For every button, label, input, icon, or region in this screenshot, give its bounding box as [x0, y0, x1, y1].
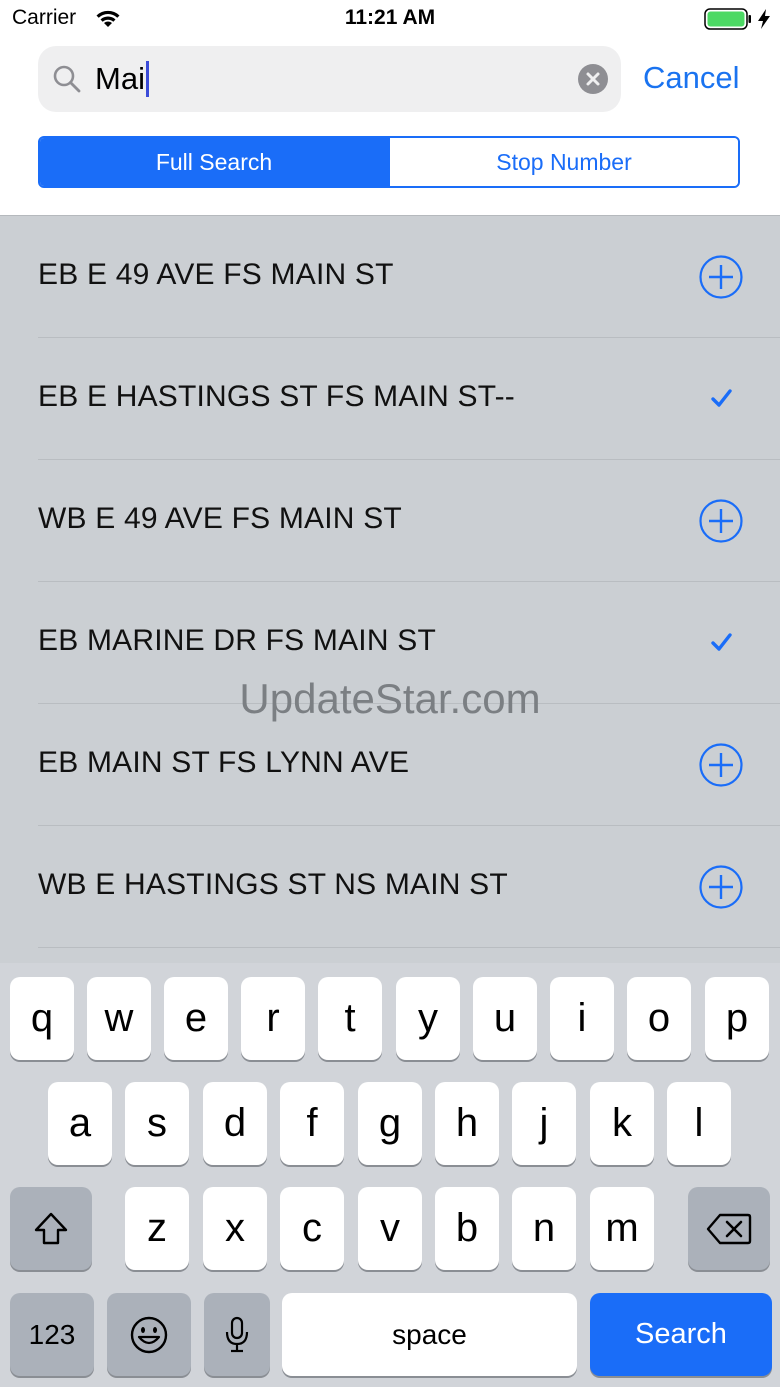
segment-full-search[interactable]: Full Search — [40, 138, 388, 186]
key-w[interactable]: w — [87, 977, 151, 1060]
search-mode-segmented-control[interactable]: Full Search Stop Number — [38, 136, 740, 188]
key-o[interactable]: o — [627, 977, 691, 1060]
results-list[interactable]: EB E 49 AVE FS MAIN ST EB E HASTINGS ST … — [0, 215, 780, 964]
text-caret — [145, 61, 149, 97]
numbers-key[interactable]: 123 — [10, 1293, 94, 1376]
clear-text-icon[interactable] — [578, 64, 608, 94]
key-u[interactable]: u — [473, 977, 537, 1060]
checkmark-icon[interactable] — [698, 376, 744, 422]
stop-name: EB MAIN ST FS LYNN AVE — [38, 746, 410, 779]
key-v[interactable]: v — [358, 1187, 422, 1270]
key-d[interactable]: d — [203, 1082, 267, 1165]
key-a[interactable]: a — [48, 1082, 112, 1165]
stop-name: WB E HASTINGS ST NS MAIN ST — [38, 868, 508, 901]
key-h[interactable]: h — [435, 1082, 499, 1165]
space-key[interactable]: space — [282, 1293, 577, 1376]
shift-arrow-icon — [34, 1212, 68, 1244]
key-x[interactable]: x — [203, 1187, 267, 1270]
add-circle-icon[interactable] — [698, 498, 744, 544]
key-b[interactable]: b — [435, 1187, 499, 1270]
list-item[interactable]: WB E HASTINGS ST NS MAIN ST — [0, 826, 780, 948]
stop-name: EB MARINE DR FS MAIN ST — [38, 624, 436, 657]
search-key[interactable]: Search — [590, 1293, 772, 1376]
key-n[interactable]: n — [512, 1187, 576, 1270]
key-p[interactable]: p — [705, 977, 769, 1060]
key-m[interactable]: m — [590, 1187, 654, 1270]
stop-name: EB E 49 AVE FS MAIN ST — [38, 258, 394, 291]
onscreen-keyboard: q w e r t y u i o p a s d f g h j k l z … — [0, 963, 780, 1387]
list-item[interactable]: WB E 49 AVE FS MAIN ST — [0, 460, 780, 582]
emoji-icon — [130, 1316, 168, 1353]
stop-name: EB E HASTINGS ST FS MAIN ST-- — [38, 380, 515, 413]
charging-bolt-icon — [758, 9, 770, 29]
key-i[interactable]: i — [550, 977, 614, 1060]
add-circle-icon[interactable] — [698, 254, 744, 300]
segment-stop-number[interactable]: Stop Number — [388, 138, 738, 186]
add-circle-icon[interactable] — [698, 864, 744, 910]
key-c[interactable]: c — [280, 1187, 344, 1270]
checkmark-icon[interactable] — [698, 620, 744, 666]
clock-time: 11:21 AM — [344, 6, 436, 29]
shift-key[interactable] — [10, 1187, 92, 1270]
list-item[interactable]: EB E HASTINGS ST FS MAIN ST-- — [0, 338, 780, 460]
key-j[interactable]: j — [512, 1082, 576, 1165]
dictation-key[interactable] — [204, 1293, 270, 1376]
key-k[interactable]: k — [590, 1082, 654, 1165]
emoji-key[interactable] — [107, 1293, 191, 1376]
key-f[interactable]: f — [280, 1082, 344, 1165]
cancel-button[interactable]: Cancel — [643, 60, 740, 96]
key-g[interactable]: g — [358, 1082, 422, 1165]
battery-icon — [704, 8, 751, 30]
search-icon — [53, 65, 81, 93]
row-divider — [38, 947, 780, 948]
key-s[interactable]: s — [125, 1082, 189, 1165]
key-z[interactable]: z — [125, 1187, 189, 1270]
backspace-icon — [706, 1213, 752, 1244]
add-circle-icon[interactable] — [698, 742, 744, 788]
status-bar: Carrier 11:21 AM — [0, 0, 780, 40]
watermark-text: UpdateStar.com — [239, 675, 541, 722]
key-y[interactable]: y — [396, 977, 460, 1060]
search-field[interactable]: Mai — [38, 46, 621, 112]
microphone-icon — [225, 1316, 249, 1352]
search-input[interactable]: Mai — [95, 61, 149, 97]
delete-key[interactable] — [688, 1187, 770, 1270]
key-t[interactable]: t — [318, 977, 382, 1060]
key-e[interactable]: e — [164, 977, 228, 1060]
key-r[interactable]: r — [241, 977, 305, 1060]
key-q[interactable]: q — [10, 977, 74, 1060]
stop-name: WB E 49 AVE FS MAIN ST — [38, 502, 402, 535]
list-item[interactable]: EB E 49 AVE FS MAIN ST — [0, 216, 780, 338]
key-l[interactable]: l — [667, 1082, 731, 1165]
